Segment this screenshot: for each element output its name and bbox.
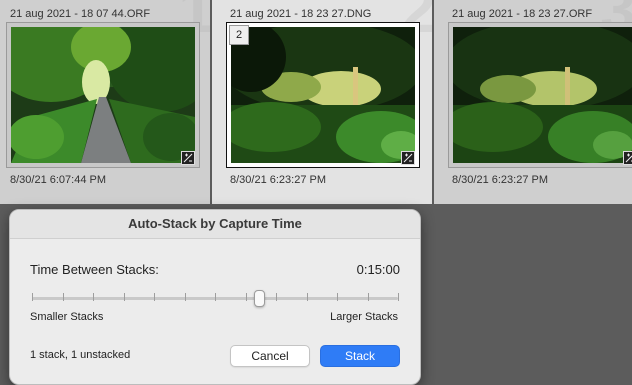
- cell-filename: 21 aug 2021 - 18 07 44.ORF: [10, 8, 151, 20]
- photo-thumbnail[interactable]: [453, 27, 632, 163]
- time-slider-thumb[interactable]: [254, 290, 265, 307]
- stack-button[interactable]: Stack: [320, 345, 400, 367]
- develop-adjustment-icon[interactable]: [181, 151, 195, 165]
- stack-status: 1 stack, 1 unstacked: [30, 349, 131, 361]
- smaller-stacks-label: Smaller Stacks: [30, 311, 104, 323]
- cell-capture-date: 8/30/21 6:23:27 PM: [230, 174, 327, 186]
- slider-tick: [398, 293, 399, 301]
- develop-adjustment-icon[interactable]: [401, 151, 415, 165]
- thumbnail-frame[interactable]: 2: [226, 22, 420, 168]
- slider-tick: [63, 293, 64, 301]
- filmstrip-grid: 1 21 aug 2021 - 18 07 44.ORF: [0, 0, 632, 204]
- thumbnail-frame[interactable]: [448, 22, 632, 168]
- thumbnail-frame[interactable]: [6, 22, 200, 168]
- cell-filename: 21 aug 2021 - 18 23 27.DNG: [230, 8, 372, 20]
- cell-capture-date: 8/30/21 6:23:27 PM: [452, 174, 549, 186]
- dialog-title: Auto-Stack by Capture Time: [10, 210, 420, 239]
- slider-tick: [215, 293, 216, 301]
- grid-cell[interactable]: 3 21 aug 2021 - 18 23 27.ORF: [434, 0, 632, 204]
- slider-tick: [368, 293, 369, 301]
- cell-filename: 21 aug 2021 - 18 23 27.ORF: [452, 8, 593, 20]
- slider-tick: [32, 293, 33, 301]
- cell-capture-date: 8/30/21 6:07:44 PM: [10, 174, 107, 186]
- slider-tick: [154, 293, 155, 301]
- auto-stack-dialog: Auto-Stack by Capture Time Time Between …: [9, 209, 421, 385]
- slider-tick: [185, 293, 186, 301]
- cancel-button[interactable]: Cancel: [230, 345, 310, 367]
- develop-adjustment-icon[interactable]: [623, 151, 632, 165]
- grid-cell-selected[interactable]: 2 21 aug 2021 - 18 23 27.DNG 2: [212, 0, 432, 204]
- slider-tick: [246, 293, 247, 301]
- time-value: 0:15:00: [356, 262, 400, 277]
- slider-tick: [307, 293, 308, 301]
- grid-cell[interactable]: 1 21 aug 2021 - 18 07 44.ORF: [0, 0, 210, 204]
- slider-tick: [337, 293, 338, 301]
- slider-tick: [93, 293, 94, 301]
- stack-count-badge[interactable]: 2: [229, 25, 249, 45]
- slider-tick: [276, 293, 277, 301]
- slider-tick: [124, 293, 125, 301]
- larger-stacks-label: Larger Stacks: [330, 311, 398, 323]
- photo-thumbnail[interactable]: [11, 27, 195, 163]
- photo-thumbnail[interactable]: [231, 27, 415, 163]
- time-between-stacks-label: Time Between Stacks:: [30, 262, 159, 277]
